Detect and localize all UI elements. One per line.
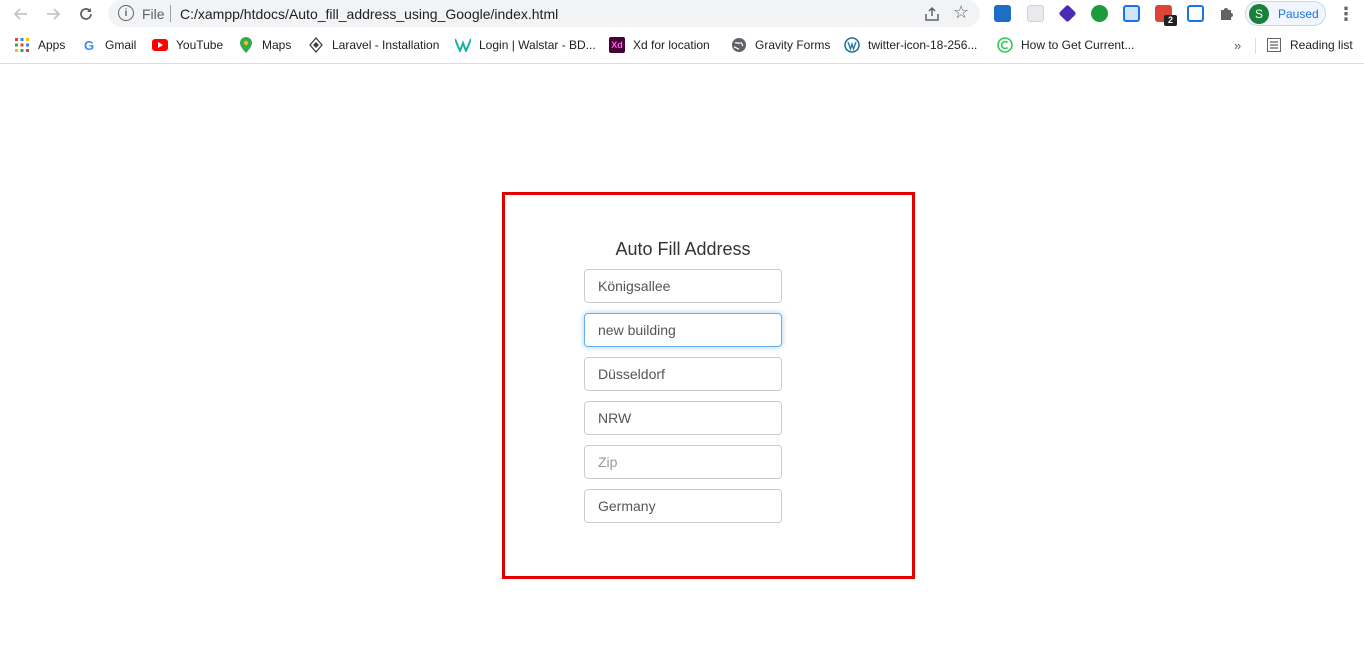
bookmark-star-icon[interactable]: ☆: [953, 2, 969, 23]
address-bar[interactable]: i File C:/xampp/htdocs/Auto_fill_address…: [108, 0, 980, 27]
apps-grid-icon: [14, 37, 30, 53]
bookmark-label: Login | Walstar - BD...: [479, 38, 596, 52]
avatar: S: [1249, 4, 1269, 24]
bookmark-walstar[interactable]: Login | Walstar - BD...: [455, 35, 596, 55]
browser-toolbar: i File C:/xampp/htdocs/Auto_fill_address…: [0, 0, 1364, 28]
bookmark-label: How to Get Current...: [1021, 38, 1135, 52]
google-icon: G: [83, 37, 95, 53]
bookmark-label: Xd for location: [633, 38, 710, 52]
bookmark-gmail[interactable]: G Gmail: [81, 35, 136, 55]
bookmark-gravity-forms[interactable]: Gravity Forms: [731, 35, 830, 55]
reading-list-button[interactable]: Reading list: [1266, 35, 1353, 55]
bookmark-youtube[interactable]: YouTube: [152, 35, 223, 55]
wordpress-icon: [844, 37, 860, 53]
bookmarks-divider: [1255, 38, 1256, 54]
puzzle-extensions-icon[interactable]: [1218, 5, 1235, 22]
city-field[interactable]: [584, 357, 782, 391]
bookmark-twitter-icon[interactable]: twitter-icon-18-256...: [844, 35, 977, 55]
building-field[interactable]: [584, 313, 782, 347]
menu-kebab-icon[interactable]: ⋮: [1337, 4, 1355, 24]
bookmark-label: Laravel - Installation: [332, 38, 440, 52]
more-bookmarks-chevron-icon[interactable]: »: [1234, 38, 1241, 53]
reading-list-icon: [1266, 37, 1282, 53]
back-arrow-icon[interactable]: [10, 3, 32, 25]
bookmarks-bar: Apps G Gmail YouTube Maps Laravel - Inst…: [0, 32, 1364, 58]
scheme-label: File: [142, 6, 165, 22]
maps-pin-icon: [238, 37, 254, 53]
profile-status: Paused: [1278, 7, 1319, 21]
state-field[interactable]: [584, 401, 782, 435]
profile-button[interactable]: S Paused: [1245, 1, 1326, 26]
toolbar-divider: [0, 63, 1364, 64]
bookmark-label: Apps: [38, 38, 66, 52]
site-icon: [997, 37, 1013, 53]
walstar-icon: [455, 37, 471, 53]
bookmark-maps[interactable]: Maps: [238, 35, 291, 55]
bookmark-label: YouTube: [176, 38, 224, 52]
green-extension-icon[interactable]: [1091, 5, 1108, 22]
zip-field[interactable]: [584, 445, 782, 479]
bookmark-label: Gravity Forms: [755, 38, 831, 52]
globe-icon: [731, 37, 747, 53]
bookmark-how-to-get-current[interactable]: How to Get Current...: [997, 35, 1134, 55]
bookmark-xd[interactable]: Xd Xd for location: [609, 35, 710, 55]
bookmark-label: twitter-icon-18-256...: [868, 38, 978, 52]
reload-icon[interactable]: [75, 3, 97, 25]
screenshot-extension-icon[interactable]: [1123, 5, 1140, 22]
site-info-icon[interactable]: i: [118, 5, 134, 21]
country-field[interactable]: [584, 489, 782, 523]
bookmark-laravel[interactable]: Laravel - Installation: [308, 35, 439, 55]
diamond-extension-icon[interactable]: [1058, 4, 1077, 23]
css-extension-icon[interactable]: [994, 5, 1011, 22]
form-title: Auto Fill Address: [615, 239, 751, 259]
share-icon[interactable]: [923, 5, 941, 23]
blue-extension-icon[interactable]: [1187, 5, 1204, 22]
forward-arrow-icon[interactable]: [42, 3, 64, 25]
xd-icon: Xd: [609, 37, 625, 53]
omnibox-divider: [170, 5, 171, 22]
url-text[interactable]: C:/xampp/htdocs/Auto_fill_address_using_…: [180, 6, 558, 22]
bookmark-label: Maps: [262, 38, 292, 52]
street-field[interactable]: [584, 269, 782, 303]
extension-badge: 2: [1164, 15, 1177, 26]
laravel-icon: [308, 37, 324, 53]
grey-extension-icon[interactable]: [1027, 5, 1044, 22]
bookmark-label: Gmail: [105, 38, 137, 52]
bookmark-apps[interactable]: Apps: [14, 35, 65, 55]
youtube-icon: [152, 37, 168, 53]
reading-list-label: Reading list: [1290, 38, 1353, 52]
